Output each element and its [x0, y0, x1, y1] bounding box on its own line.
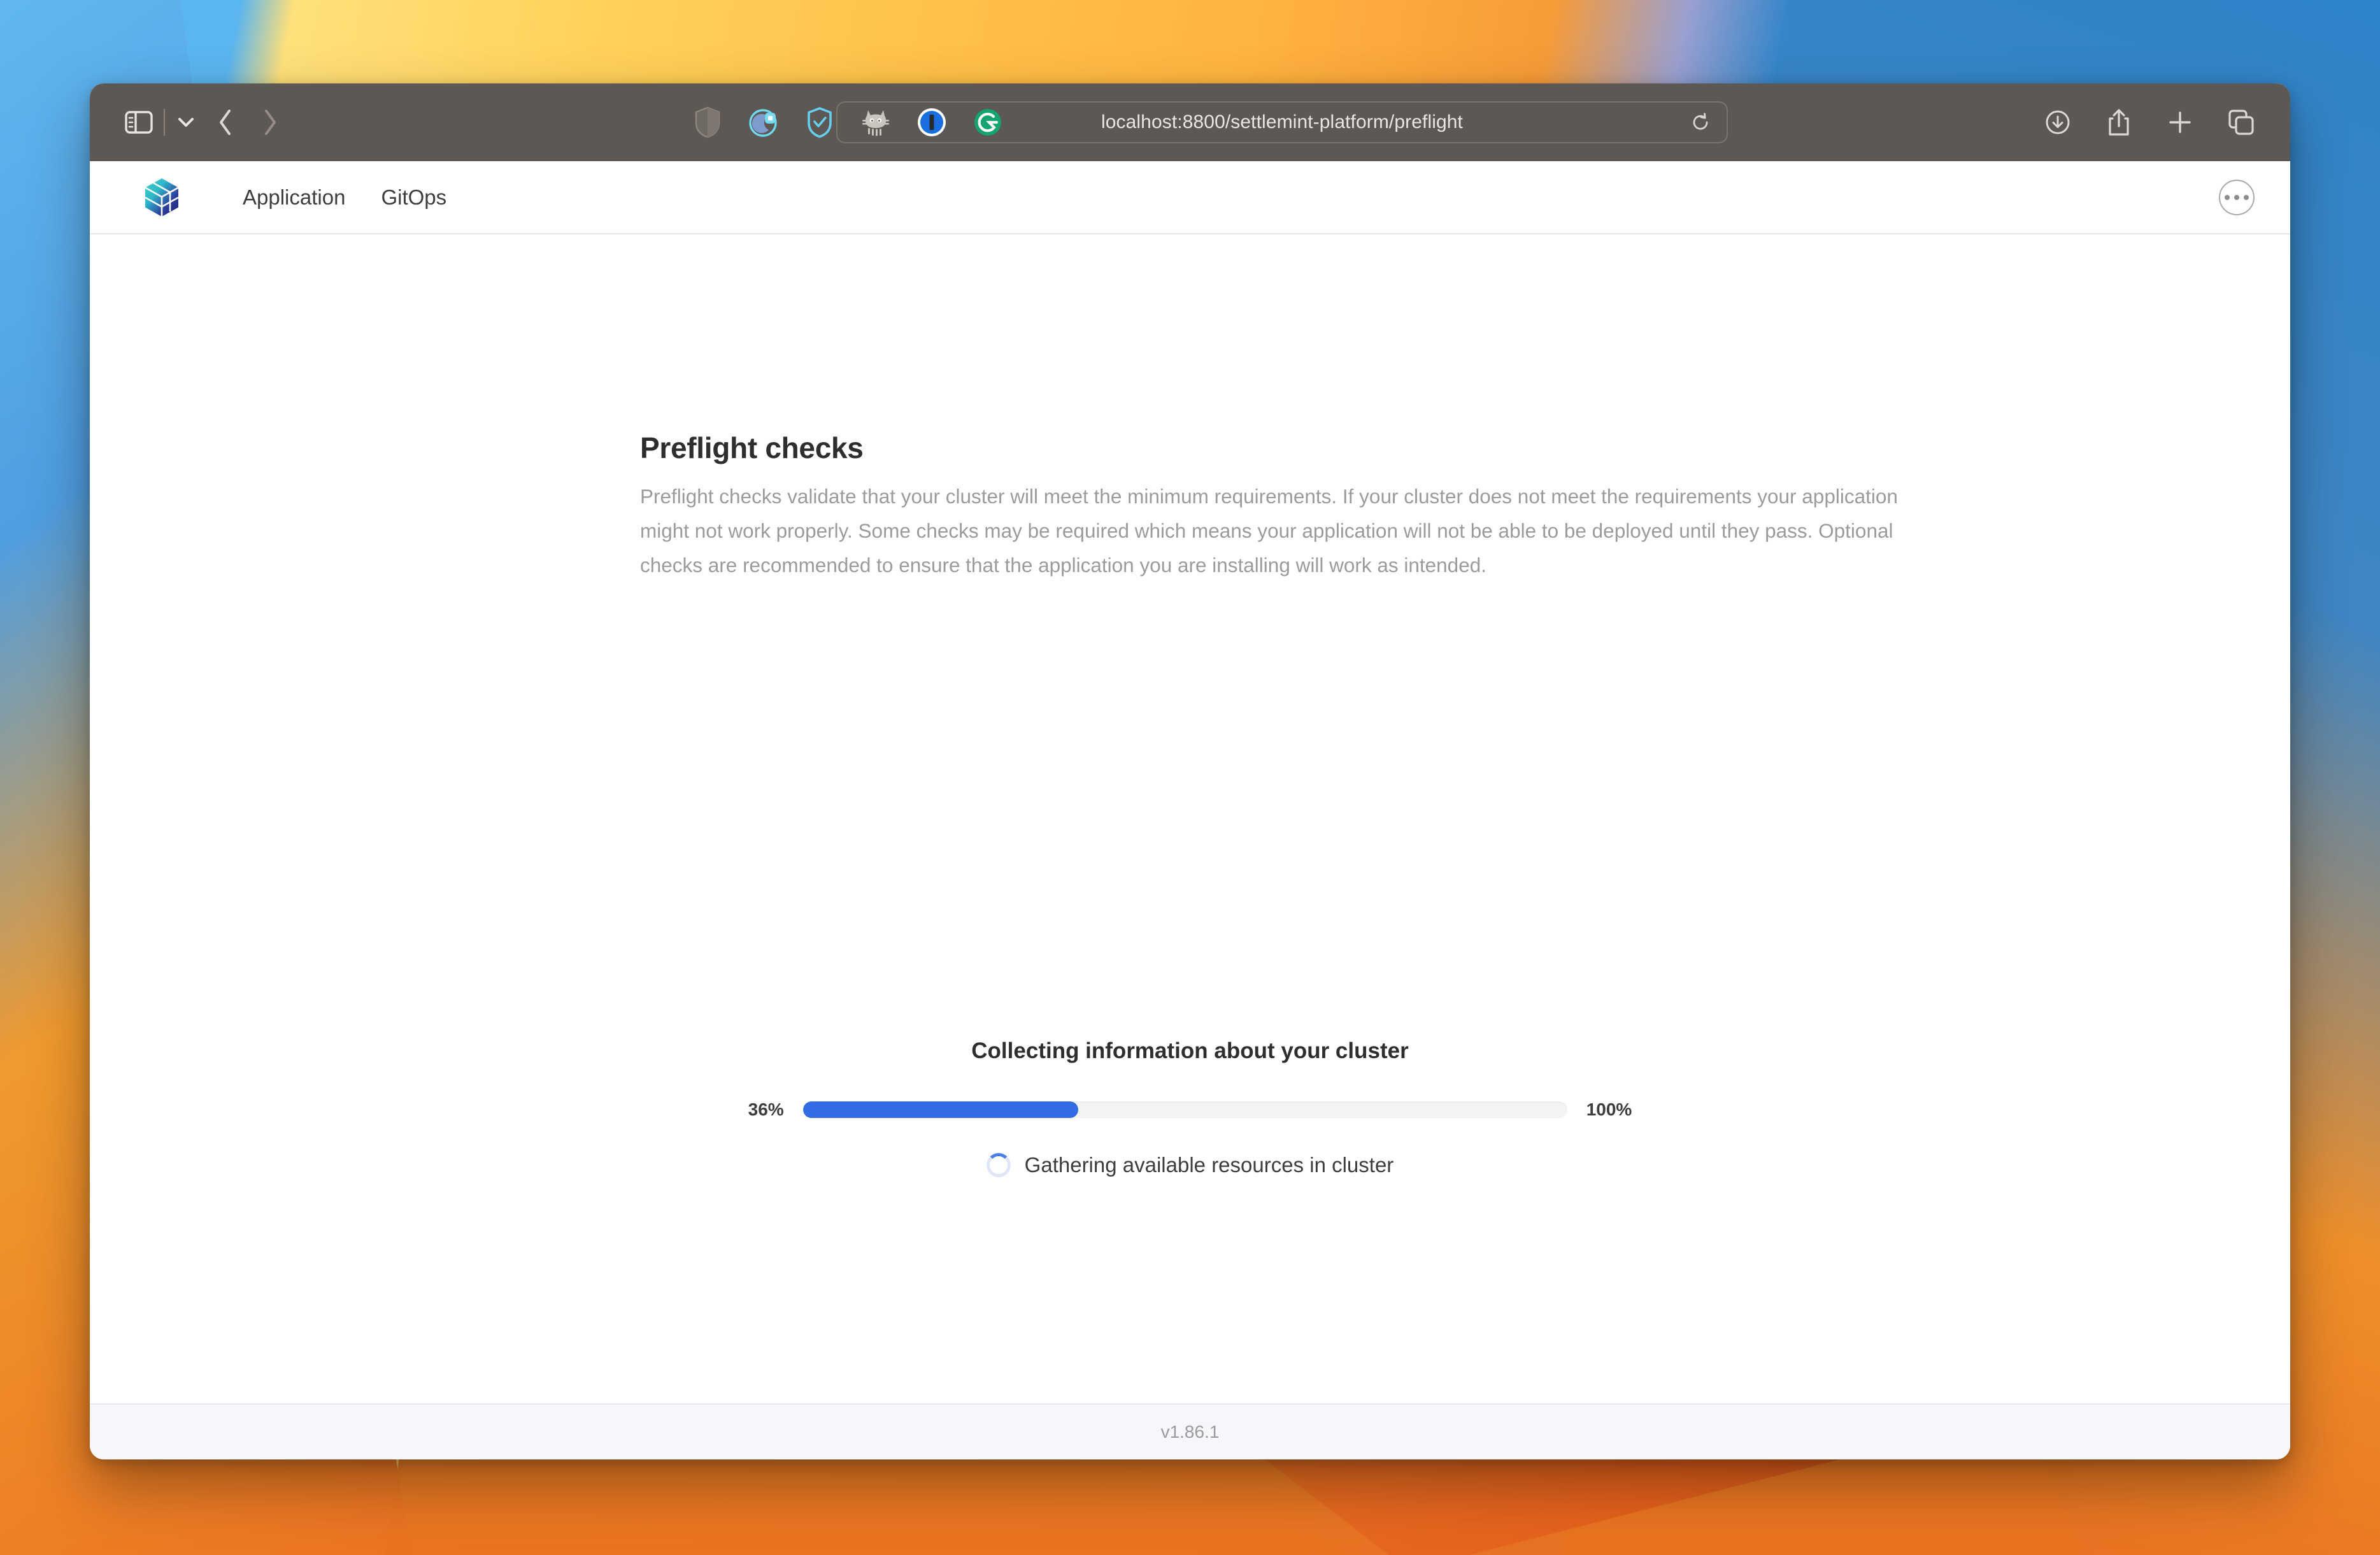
sidebar-toggle-icon[interactable] [118, 100, 160, 145]
progress-block: Collecting information about your cluste… [90, 1038, 2290, 1177]
settlemint-cube-logo[interactable] [141, 176, 183, 219]
status-text: Gathering available resources in cluster [1024, 1153, 1394, 1177]
browser-window: localhost:8800/settlemint-platform/prefl… [90, 83, 2290, 1459]
status-row: Gathering available resources in cluster [986, 1153, 1394, 1177]
reload-icon[interactable] [1688, 110, 1713, 134]
dot [2244, 194, 2249, 200]
shield-icon[interactable] [690, 104, 725, 140]
desktop-wallpaper: localhost:8800/settlemint-platform/prefl… [0, 0, 2380, 1555]
progress-max-label: 100% [1586, 1100, 1632, 1119]
nav-link-gitops[interactable]: GitOps [363, 185, 464, 210]
toolbar-left-controls [118, 100, 292, 145]
share-icon[interactable] [2098, 100, 2140, 145]
chevron-down-icon[interactable] [169, 100, 203, 145]
back-icon[interactable] [203, 100, 248, 145]
dot [2234, 194, 2239, 200]
progress-title: Collecting information about your cluste… [971, 1038, 1409, 1063]
new-tab-icon[interactable] [2159, 100, 2201, 145]
window-footer: v1.86.1 [90, 1403, 2290, 1459]
toolbar-right-controls [2037, 100, 2262, 145]
address-bar[interactable]: localhost:8800/settlemint-platform/prefl… [836, 101, 1728, 143]
tab-overview-icon[interactable] [2220, 100, 2262, 145]
toolbar-divider [164, 109, 165, 136]
app-header: Application GitOps [90, 161, 2290, 234]
adguard-shield-icon[interactable] [802, 104, 837, 140]
version-text: v1.86.1 [1160, 1422, 1220, 1442]
page-title: Preflight checks [640, 431, 864, 464]
forward-icon[interactable] [248, 100, 292, 145]
progress-row: 36% 100% [748, 1100, 1632, 1120]
page-body: Preflight checks Preflight checks valida… [90, 234, 2290, 1403]
loading-spinner [986, 1153, 1011, 1177]
intro-block: Preflight checks Preflight checks valida… [640, 431, 1907, 583]
dot [2225, 194, 2230, 200]
progress-bar [802, 1101, 1567, 1118]
address-text: localhost:8800/settlemint-platform/prefl… [1101, 111, 1463, 133]
progress-min-label: 36% [748, 1100, 784, 1119]
more-menu-button[interactable] [2219, 179, 2255, 215]
browser-toolbar: localhost:8800/settlemint-platform/prefl… [90, 83, 2290, 161]
dark-reader-icon[interactable] [746, 104, 781, 140]
progress-bar-fill [802, 1101, 1078, 1118]
downloads-icon[interactable] [2037, 100, 2079, 145]
nav-link-application[interactable]: Application [225, 185, 363, 210]
page-description: Preflight checks validate that your clus… [640, 485, 1898, 577]
app-nav: Application GitOps [225, 185, 464, 210]
